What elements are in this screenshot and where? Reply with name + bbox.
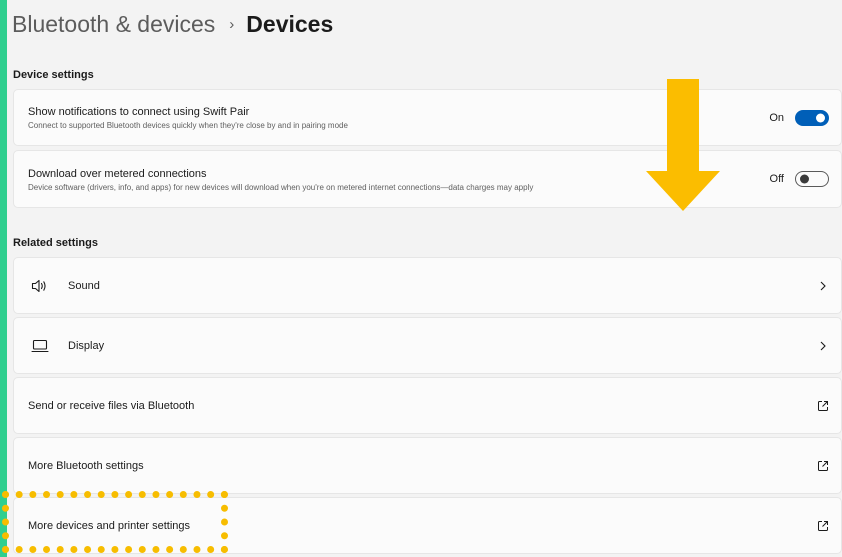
- send-receive-files-label: Send or receive files via Bluetooth: [28, 399, 195, 412]
- green-accent-bar-left: [0, 0, 7, 557]
- related-item-send-receive-files[interactable]: Send or receive files via Bluetooth: [13, 377, 842, 434]
- chevron-right-icon: [815, 278, 831, 294]
- toggle-knob: [816, 113, 825, 122]
- metered-download-description: Device software (drivers, info, and apps…: [28, 183, 534, 192]
- metered-download-toggle-group: Off: [770, 171, 829, 187]
- swift-pair-title: Show notifications to connect using Swif…: [28, 106, 250, 118]
- metered-download-toggle-label: Off: [769, 173, 784, 185]
- display-label: Display: [68, 339, 105, 352]
- breadcrumb: Bluetooth & devices › Devices: [12, 6, 333, 42]
- external-link-icon: [815, 458, 831, 474]
- annotation-highlight-box: [2, 491, 228, 553]
- section-title-device-settings: Device settings: [13, 69, 94, 81]
- metered-download-title: Download over metered connections: [28, 168, 207, 180]
- section-title-related-settings: Related settings: [13, 237, 98, 249]
- metered-download-toggle[interactable]: [795, 171, 829, 187]
- speaker-icon: [30, 276, 50, 296]
- swift-pair-description: Connect to supported Bluetooth devices q…: [28, 121, 348, 130]
- related-item-sound[interactable]: Sound: [13, 257, 842, 314]
- swift-pair-toggle[interactable]: [795, 109, 829, 126]
- more-bluetooth-settings-label: More Bluetooth settings: [28, 459, 144, 472]
- related-item-more-bluetooth-settings[interactable]: More Bluetooth settings: [13, 437, 842, 494]
- sound-label: Sound: [68, 279, 100, 292]
- related-item-display[interactable]: Display: [13, 317, 842, 374]
- breadcrumb-parent[interactable]: Bluetooth & devices: [12, 11, 215, 38]
- chevron-right-icon: [815, 338, 831, 354]
- toggle-knob: [800, 174, 809, 184]
- breadcrumb-separator: ›: [229, 15, 235, 33]
- external-link-icon: [815, 518, 831, 534]
- external-link-icon: [815, 398, 831, 414]
- page-title: Devices: [246, 10, 334, 37]
- annotation-arrow-down-icon: [646, 79, 720, 211]
- swift-pair-toggle-label: On: [769, 111, 784, 124]
- swift-pair-toggle-group: On: [769, 109, 829, 126]
- laptop-icon: [30, 336, 50, 356]
